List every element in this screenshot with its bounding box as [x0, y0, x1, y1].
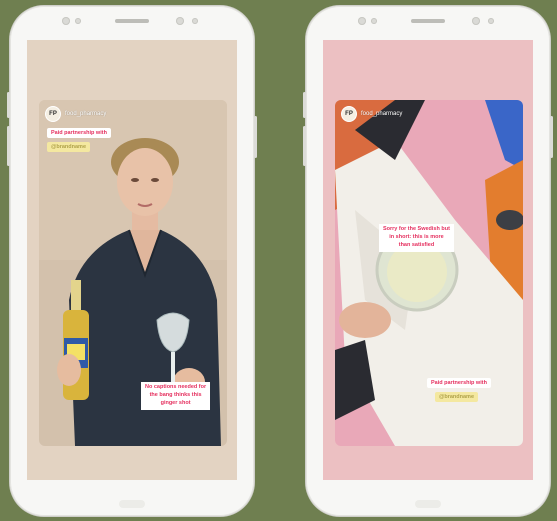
story-header: FP food_pharmacy	[45, 106, 106, 122]
sensor-icon	[75, 18, 81, 24]
caption-line: No captions needed for	[145, 384, 207, 390]
instagram-story[interactable]: FP food_pharmacy Sorry for the Swedish b…	[335, 100, 523, 446]
sensor-icon	[192, 18, 198, 24]
caption-line: the bang thinks this	[149, 391, 202, 398]
sensor-icon	[488, 18, 494, 24]
home-button[interactable]	[415, 500, 441, 508]
paid-partnership-tag[interactable]: Paid partnership with	[427, 378, 491, 388]
caption-line: ginger shot	[160, 399, 191, 406]
instagram-story[interactable]: FP food_pharmacy Paid partnership with @…	[39, 100, 227, 446]
volume-button	[303, 126, 306, 166]
paid-partnership-tag[interactable]: Paid partnership with	[47, 128, 111, 138]
caption-line: than satisfied	[398, 241, 435, 248]
caption-line: Sorry for the Swedish but	[383, 226, 450, 232]
avatar[interactable]: FP	[341, 106, 357, 122]
phone-right: FP food_pharmacy Sorry for the Swedish b…	[303, 6, 553, 516]
story-caption: No captions needed for the bang thinks t…	[141, 382, 211, 410]
sensor-icon	[62, 17, 70, 25]
sensor-icon	[371, 18, 377, 24]
story-header: FP food_pharmacy	[341, 106, 402, 122]
camera-icon	[176, 17, 184, 25]
power-button	[550, 116, 553, 158]
brand-mention-tag[interactable]: @brandname	[435, 392, 479, 402]
phone-screen: FP food_pharmacy Paid partnership with @…	[27, 40, 237, 480]
avatar[interactable]: FP	[45, 106, 61, 122]
phone-left: FP food_pharmacy Paid partnership with @…	[7, 6, 257, 516]
sensor-icon	[358, 17, 366, 25]
story-photo	[335, 100, 523, 446]
speaker-grille	[115, 19, 149, 23]
power-button	[254, 116, 257, 158]
volume-button	[7, 126, 10, 166]
home-button[interactable]	[119, 500, 145, 508]
username[interactable]: food_pharmacy	[65, 111, 106, 117]
phone-screen: FP food_pharmacy Sorry for the Swedish b…	[323, 40, 533, 480]
caption-line: in short: this is more	[389, 233, 444, 240]
story-caption: Sorry for the Swedish but in short: this…	[379, 224, 454, 252]
volume-button	[303, 92, 306, 118]
volume-button	[7, 92, 10, 118]
speaker-grille	[411, 19, 445, 23]
brand-mention-tag[interactable]: @brandname	[47, 142, 91, 152]
username[interactable]: food_pharmacy	[361, 111, 402, 117]
camera-icon	[472, 17, 480, 25]
